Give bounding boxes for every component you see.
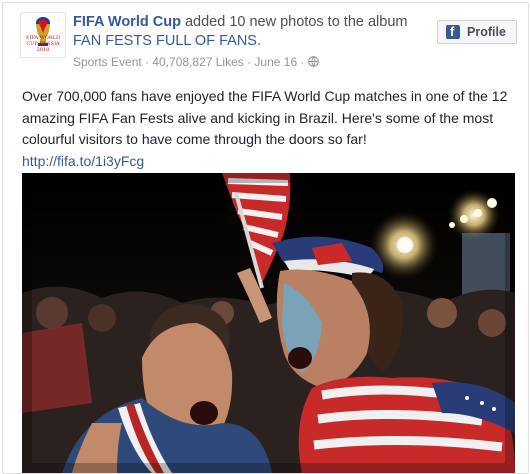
post-card: FIFA WORLD CUP RUSSIA 2018 FIFA World Cu…	[2, 2, 529, 474]
facebook-icon-letter: f	[450, 24, 455, 39]
fan-photo-illustration	[22, 173, 515, 473]
profile-button-label: Profile	[467, 25, 506, 39]
page-avatar[interactable]: FIFA WORLD CUP RUSSIA 2018	[20, 12, 66, 58]
post-meta: Sports Event · 40,708,827 Likes · June 1…	[73, 55, 320, 70]
avatar-logo-text: FIFA WORLD CUP RUSSIA 2018	[25, 35, 60, 53]
album-suffix: .	[256, 33, 261, 49]
facebook-icon: f	[446, 24, 460, 39]
post-body: Over 700,000 fans have enjoyed the FIFA …	[22, 86, 522, 172]
post-action-text: added 10 new photos to the album	[180, 14, 408, 30]
globe-icon	[308, 56, 320, 70]
post-link[interactable]: http://fifa.to/1i3yFcg	[22, 153, 144, 169]
post-header: FIFA World Cup added 10 new photos to th…	[73, 13, 433, 51]
page-name-link[interactable]: FIFA World Cup	[73, 14, 181, 30]
album-link[interactable]: FAN FESTS FULL OF FANS	[73, 33, 257, 49]
post-body-text: Over 700,000 fans have enjoyed the FIFA …	[22, 88, 508, 147]
profile-button[interactable]: f Profile	[437, 20, 517, 44]
post-photo[interactable]	[22, 173, 515, 473]
post-meta-text: Sports Event · 40,708,827 Likes · June 1…	[73, 55, 305, 69]
